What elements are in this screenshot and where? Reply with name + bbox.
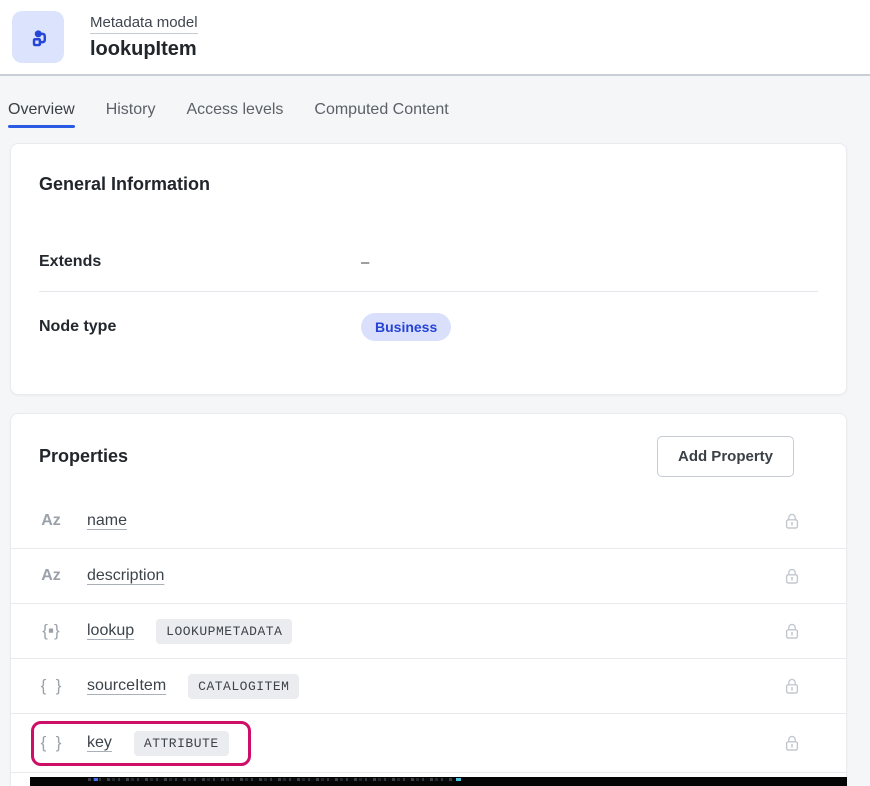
console-noise-texture [88, 778, 453, 781]
extends-label: Extends [39, 253, 361, 271]
lock-icon [782, 733, 802, 753]
property-row-key: { } key ATTRIBUTE [11, 714, 846, 773]
string-type-icon: Az [39, 567, 63, 585]
console-speck [456, 778, 461, 781]
tab-history[interactable]: History [106, 100, 156, 128]
object-type-icon: { } [39, 676, 63, 696]
property-row-name: Az name [11, 494, 846, 549]
lock-icon [782, 621, 802, 641]
tab-bar: Overview History Access levels Computed … [0, 76, 870, 128]
console-speck [94, 778, 98, 781]
string-type-icon: Az [39, 512, 63, 530]
lookup-type-icon: {▪} [39, 621, 63, 641]
cropped-console-strip [30, 777, 847, 786]
extends-value: – [361, 254, 369, 271]
lock-icon [782, 511, 802, 531]
tab-access-levels[interactable]: Access levels [186, 100, 283, 128]
node-type-label: Node type [39, 318, 361, 336]
property-name-link[interactable]: name [87, 512, 127, 530]
lock-icon [782, 566, 802, 586]
property-name-link[interactable]: sourceItem [87, 677, 166, 695]
properties-card: Properties Add Property Az name Az descr… [10, 413, 847, 786]
add-property-button[interactable]: Add Property [657, 436, 794, 477]
page-header: Metadata model lookupItem [0, 0, 870, 76]
header-text: Metadata model lookupItem [90, 14, 198, 61]
property-type-badge: LOOKUPMETADATA [156, 619, 292, 644]
general-information-card: General Information Extends – Node type … [10, 143, 847, 395]
tab-computed-content[interactable]: Computed Content [314, 100, 448, 128]
property-type-badge: ATTRIBUTE [134, 731, 229, 756]
properties-header: Properties Add Property [39, 436, 818, 477]
info-row-extends: Extends – [39, 225, 818, 291]
property-row-lookup: {▪} lookup LOOKUPMETADATA [11, 604, 846, 659]
property-row-sourceitem: { } sourceItem CATALOGITEM [11, 659, 846, 714]
properties-title: Properties [39, 446, 128, 467]
property-name-link[interactable]: description [87, 567, 164, 585]
property-row-description: Az description [11, 549, 846, 604]
breadcrumb-link[interactable]: Metadata model [90, 14, 198, 34]
workflow-node-icon [24, 23, 52, 51]
property-list: Az name Az description [11, 494, 846, 773]
page-title: lookupItem [90, 38, 198, 61]
info-row-node-type: Node type Business [39, 291, 818, 362]
property-type-badge: CATALOGITEM [188, 674, 299, 699]
metadata-model-icon [12, 11, 64, 63]
node-type-badge: Business [361, 313, 451, 341]
object-type-icon: { } [39, 733, 63, 753]
lock-icon [782, 676, 802, 696]
property-name-link[interactable]: lookup [87, 622, 134, 640]
tab-overview[interactable]: Overview [8, 100, 75, 128]
general-information-title: General Information [39, 174, 818, 195]
property-name-link[interactable]: key [87, 734, 112, 752]
